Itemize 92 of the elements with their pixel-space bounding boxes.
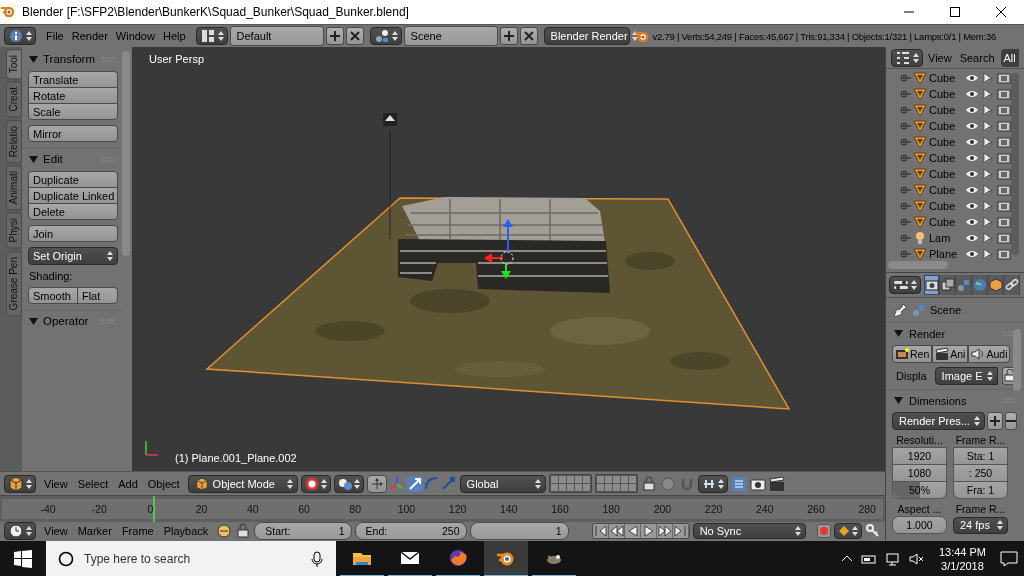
render-button[interactable]: Ren [892,344,933,363]
context-label: Scene [930,303,962,316]
menu-item[interactable]: Marker [72,523,117,540]
number-field[interactable]: Sta: 1 [953,446,1008,465]
frame-number: 140 [500,503,518,516]
outliner-row[interactable]: Cube [886,150,1024,166]
frame-number: 260 [807,503,825,516]
menu-item[interactable]: Search [956,49,998,66]
outliner-row[interactable]: Cube [886,214,1024,230]
outliner-row[interactable]: Cube [886,118,1024,134]
sidebar-tab[interactable]: Relatio [6,119,22,163]
sidebar-tab[interactable]: Creat [6,81,22,118]
menu-item[interactable]: Frame [116,523,159,540]
menu-item[interactable]: Add [113,475,143,492]
frame-number: 80 [349,503,362,516]
preset-dropdown[interactable]: Render Pres... [892,411,985,430]
menu-item[interactable]: Playback [158,523,214,540]
panel-header[interactable]: Edit [22,149,121,169]
outliner-row[interactable]: Cube [886,166,1024,182]
tool-button[interactable]: Scale [28,103,118,120]
frame-number: -20 [91,503,107,516]
outliner-row[interactable]: Cube [886,70,1024,86]
section-label: Shading: [28,270,74,282]
frame-number: 20 [195,503,208,516]
panel-header[interactable]: Dimensions [886,389,1024,412]
outliner-row[interactable]: Plane [886,246,1024,262]
menu-item[interactable]: Render [67,28,112,44]
scene-statistics: v2.79 | Verts:54,249 | Faces:45,667 | Tris:91,334 | Objects:1/321 | Lamps:0/1 | Mem:36 [652,30,996,42]
end-frame-field[interactable]: End: 250 [354,522,467,541]
menu-item[interactable]: File [42,28,68,44]
number-field[interactable]: 1.000 [892,515,947,534]
panel-header[interactable]: Transform [22,49,121,69]
outliner-row[interactable]: Cube [886,198,1024,214]
menu-item[interactable]: View [39,523,73,540]
column-label: Resoluti... [895,433,944,448]
search-field[interactable]: Type here to search [46,541,336,576]
outliner-row[interactable]: Lam [886,230,1024,246]
frame-number: 100 [397,503,416,516]
active-object-label: (1) Plane.001_Plane.002 [175,452,297,464]
display-dropdown[interactable]: Image E [934,366,998,385]
window-title: Blender [F:\SFP2\Blender\BunkerK\Squad_Bunker\Squad_Bunker.blend] [22,5,409,19]
panel-header[interactable]: Operator [22,311,121,331]
frame-number: 60 [298,503,310,516]
sidebar-tab[interactable]: Animati [6,164,22,211]
sync-dropdown[interactable]: No Sync [692,523,806,540]
frame-number: -40 [40,503,56,516]
menu-item[interactable]: Window [111,28,159,44]
start-frame-field[interactable]: Start: 1 [254,522,352,541]
clock[interactable]: 13:44 PM 3/1/2018 [938,545,986,573]
tool-button[interactable]: Mirror [28,125,118,142]
dropdown[interactable]: Set Origin [28,247,118,265]
frame-number: 240 [756,503,774,516]
render-button[interactable]: Audi [968,344,1011,363]
display-label: Displa [896,369,927,382]
frame-number: 0 [147,503,154,516]
frame-number: 40 [246,503,259,516]
frame-number: 160 [551,503,569,516]
filter-button[interactable]: All [1000,48,1019,67]
view-name: User Persp [149,53,205,65]
sidebar-tab[interactable]: Tool [6,49,22,80]
frame-number: 220 [704,503,723,516]
panel-header[interactable]: Render [886,322,1024,345]
column-label: Frame R... [954,433,1007,448]
column-label: Frame R... [954,502,1007,517]
mode-dropdown[interactable]: Object Mode [187,474,298,493]
outliner-row[interactable]: Cube [886,182,1024,198]
screen-layout-field[interactable]: Default [229,26,324,46]
orientation-dropdown[interactable]: Global [459,474,546,493]
sidebar-tab[interactable]: Physi [6,212,22,249]
tool-button[interactable]: Join [28,225,118,242]
toggle-button[interactable]: Smooth [28,287,78,304]
current-frame-field[interactable]: 1 [469,522,569,541]
scene-field[interactable]: Scene [403,26,498,46]
menu-item[interactable]: View [39,475,73,492]
menu-item[interactable]: View [925,49,955,66]
menu-item[interactable]: Select [72,475,114,492]
frame-number: 180 [602,503,620,516]
frame-number: 200 [653,503,672,516]
column-label: Aspect ... [896,502,943,517]
frame-number: 120 [448,503,467,516]
frame-rate-dropdown[interactable]: 24 fps [953,516,1008,534]
outliner-row[interactable]: Cube [886,102,1024,118]
menu-item[interactable]: Help [158,28,190,44]
frame-number: 280 [858,503,876,516]
toggle-button[interactable]: Flat [76,287,118,304]
menu-item[interactable]: Object [142,475,185,492]
outliner-row[interactable]: Cube [886,86,1024,102]
tool-button[interactable]: Delete [28,203,118,220]
outliner-row[interactable]: Cube [886,134,1024,150]
number-field[interactable]: 1920 [892,446,947,465]
sidebar-tab[interactable]: Grease Pen [6,250,22,317]
render-button[interactable]: Ani [932,344,969,363]
